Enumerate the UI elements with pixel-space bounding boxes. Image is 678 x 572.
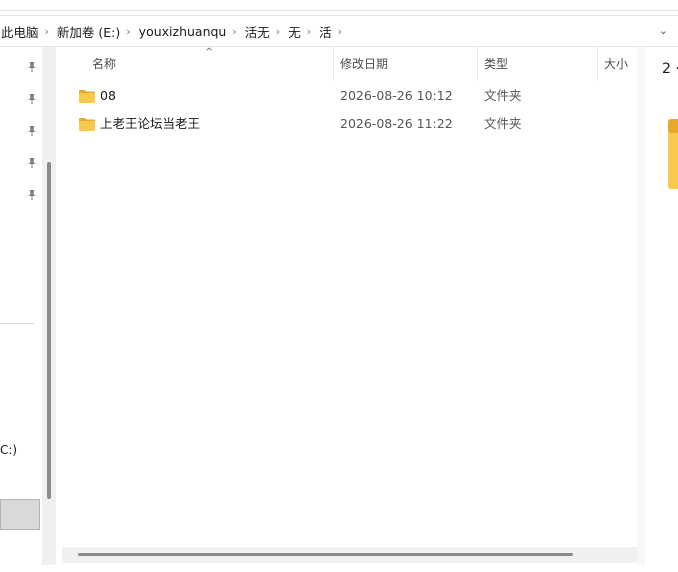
- column-header-name[interactable]: 名称: [92, 47, 116, 81]
- breadcrumb-item-wu[interactable]: 无 ›: [284, 16, 315, 46]
- chevron-right-icon[interactable]: ›: [335, 25, 345, 38]
- nav-item-drive-c[interactable]: C:): [0, 443, 17, 457]
- file-type: 文件夹: [484, 116, 522, 131]
- file-row[interactable]: 08 2026-08-26 10:12 文件夹: [72, 83, 632, 109]
- file-name[interactable]: 08: [100, 83, 116, 109]
- breadcrumb-label: 新加卷 (E:): [56, 24, 121, 40]
- nav-scrollbar[interactable]: [42, 47, 56, 565]
- breadcrumb-item-youxizhuanqu[interactable]: youxizhuanqu ›: [135, 16, 241, 46]
- breadcrumb-item-this-pc[interactable]: 此电脑 ›: [0, 16, 53, 46]
- column-header-date[interactable]: 修改日期: [340, 47, 388, 81]
- details-pane: 2 ·: [645, 47, 678, 572]
- column-header-type[interactable]: 类型: [484, 47, 508, 81]
- pin-icon[interactable]: [26, 61, 38, 73]
- horizontal-scrollbar-thumb[interactable]: [78, 553, 573, 556]
- chevron-right-icon[interactable]: ›: [304, 25, 314, 38]
- chevron-right-icon[interactable]: ›: [42, 25, 52, 38]
- chevron-right-icon[interactable]: ›: [123, 25, 133, 38]
- column-separator[interactable]: [333, 47, 334, 81]
- sort-up-icon: ^: [205, 47, 214, 58]
- file-list-vertical-scrollbar[interactable]: [637, 47, 645, 565]
- selection-count: 2 ·: [662, 61, 678, 77]
- file-name[interactable]: 上老王论坛当老王: [100, 111, 200, 137]
- folder-icon: [79, 90, 95, 103]
- navigation-pane: C:): [0, 47, 42, 572]
- column-headers: ^ 名称 修改日期 类型 大小: [62, 47, 637, 81]
- column-separator[interactable]: [597, 47, 598, 81]
- chevron-down-icon[interactable]: ⌄: [659, 24, 668, 37]
- pin-icon[interactable]: [26, 189, 38, 201]
- horizontal-scrollbar[interactable]: [62, 547, 637, 563]
- column-header-size[interactable]: 大小: [604, 47, 628, 81]
- file-date: 2026-08-26 11:22: [340, 116, 453, 131]
- nav-item-selected[interactable]: [0, 499, 40, 530]
- file-date: 2026-08-26 10:12: [340, 88, 453, 103]
- chevron-right-icon[interactable]: ›: [229, 25, 239, 38]
- breadcrumb-item-volume[interactable]: 新加卷 (E:) ›: [53, 16, 135, 46]
- breadcrumb-label: 无: [288, 24, 301, 40]
- breadcrumb-label: 活: [319, 24, 332, 40]
- nav-divider: [0, 323, 34, 324]
- breadcrumb-item-huowu[interactable]: 活无 ›: [241, 16, 284, 46]
- breadcrumb-label: youxizhuanqu: [138, 23, 227, 39]
- address-bar[interactable]: 此电脑 › 新加卷 (E:) › youxizhuanqu › 活无 › 无 ›…: [0, 15, 678, 47]
- file-list-pane: ^ 名称 修改日期 类型 大小 08 2026-08-26 10:12 文件夹 …: [62, 47, 637, 565]
- breadcrumb-item-huo[interactable]: 活 ›: [315, 16, 346, 46]
- window-top-strip: [0, 0, 678, 11]
- folder-icon: [79, 118, 95, 131]
- pin-icon[interactable]: [26, 93, 38, 105]
- column-separator[interactable]: [477, 47, 478, 81]
- pin-icon[interactable]: [26, 125, 38, 137]
- nav-scrollbar-thumb[interactable]: [47, 162, 51, 499]
- folder-icon: [668, 119, 678, 189]
- breadcrumb-label: 此电脑: [1, 24, 39, 40]
- file-row[interactable]: 上老王论坛当老王 2026-08-26 11:22 文件夹: [72, 111, 632, 137]
- chevron-right-icon[interactable]: ›: [273, 25, 283, 38]
- breadcrumb-label: 活无: [244, 24, 270, 40]
- file-type: 文件夹: [484, 88, 522, 103]
- pin-icon[interactable]: [26, 157, 38, 169]
